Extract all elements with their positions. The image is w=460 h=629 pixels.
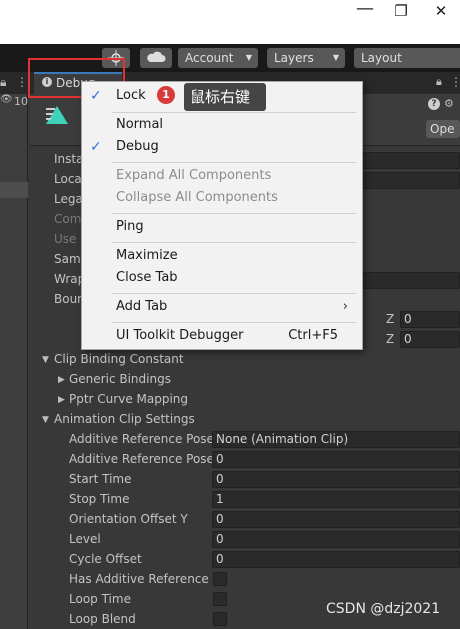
menu-item-label: Collapse All Components <box>116 190 278 205</box>
level-field[interactable]: 0 <box>212 531 460 548</box>
layout-label: Layout <box>361 51 402 65</box>
menu-item-label: Ping <box>116 219 144 234</box>
setting-label: Level <box>69 532 101 546</box>
setting-label: Start Time <box>69 472 132 486</box>
preset-icon[interactable]: ⚙ <box>444 97 454 110</box>
more-options-icon[interactable]: ⋮ <box>16 75 28 89</box>
annotation-label: 鼠标右键 <box>184 83 266 111</box>
menu-item-label: UI Toolkit Debugger <box>116 328 244 343</box>
foldout-collapsed-icon[interactable]: ▶ <box>58 395 65 405</box>
loop-time-checkbox[interactable] <box>213 592 227 606</box>
menu-item-ping[interactable]: Ping <box>82 216 362 238</box>
loop-blend-checkbox[interactable] <box>213 612 227 626</box>
step-badge: 1 <box>157 86 175 104</box>
menu-item-label: Normal <box>116 117 164 132</box>
dropdown-arrow-icon: ▼ <box>245 53 252 62</box>
menu-item-maximize[interactable]: Maximize <box>82 245 362 267</box>
bounds-z-field[interactable]: 0 <box>400 331 460 348</box>
setting-label: Cycle Offset <box>69 552 142 566</box>
account-dropdown[interactable]: Account ▼ <box>178 48 258 68</box>
menu-separator <box>112 322 356 323</box>
field-label: Loca <box>54 172 82 186</box>
cloud-button[interactable] <box>140 48 172 68</box>
field-label: Com <box>54 212 82 226</box>
restore-icon[interactable]: ❐ <box>386 0 416 24</box>
setting-label: Stop Time <box>69 492 130 506</box>
foldout-expanded-icon[interactable]: ▼ <box>42 415 49 425</box>
menu-item-collapse-all: Collapse All Components <box>82 187 362 209</box>
menu-item-label: Maximize <box>116 248 178 263</box>
menu-item-label: Expand All Components <box>116 168 272 183</box>
selected-row[interactable] <box>0 182 28 198</box>
setting-label: Has Additive Reference P <box>69 572 210 586</box>
stop-time-field[interactable]: 1 <box>212 491 460 508</box>
value-field[interactable] <box>362 272 460 289</box>
check-icon: ✓ <box>90 139 102 155</box>
value-field[interactable] <box>362 172 460 189</box>
section-generic-bindings[interactable]: Generic Bindings <box>69 372 171 386</box>
start-time-field[interactable]: 0 <box>212 471 460 488</box>
animation-clip-icon <box>46 106 68 124</box>
foldout-expanded-icon[interactable]: ▼ <box>42 355 49 365</box>
section-clip-binding-constant[interactable]: Clip Binding Constant <box>54 352 184 366</box>
cycle-offset-field[interactable]: 0 <box>212 551 460 568</box>
cloud-icon <box>147 51 166 62</box>
watermark: CSDN @dzj2021 <box>326 601 441 617</box>
submenu-arrow-icon: › <box>342 299 348 314</box>
menu-separator <box>112 213 356 214</box>
menu-separator <box>112 112 356 113</box>
menu-separator <box>112 293 356 294</box>
menu-shortcut: Ctrl+F5 <box>288 328 338 343</box>
setting-label: Additive Reference Pose <box>69 432 214 446</box>
additive-reference-time-field[interactable]: 0 <box>212 451 460 468</box>
account-label: Account <box>185 51 234 65</box>
field-label: Use I <box>54 232 84 246</box>
section-animation-clip-settings[interactable]: Animation Clip Settings <box>54 412 195 426</box>
value-field[interactable] <box>362 152 460 169</box>
menu-separator <box>112 162 356 163</box>
lock-icon[interactable]: 🔒︎ <box>0 75 6 90</box>
window-title-bar: — ❐ ✕ <box>0 0 460 44</box>
visibility-icon[interactable]: 👁︎ <box>0 94 13 105</box>
orientation-offset-field[interactable]: 0 <box>212 511 460 528</box>
menu-separator <box>112 242 356 243</box>
menu-item-add-tab[interactable]: Add Tab › <box>82 296 362 318</box>
field-label: Lega <box>54 192 83 206</box>
menu-item-label: Add Tab <box>116 299 168 314</box>
menu-item-label: Lock <box>116 88 146 103</box>
field-label: Insta <box>54 152 84 166</box>
setting-label: Loop Time <box>69 592 131 606</box>
dropdown-arrow-icon: ▼ <box>332 53 339 62</box>
layout-dropdown[interactable]: Layout <box>354 48 460 68</box>
foldout-collapsed-icon[interactable]: ▶ <box>58 375 65 385</box>
open-button[interactable]: Ope <box>426 120 460 138</box>
menu-item-close-tab[interactable]: Close Tab <box>82 267 362 289</box>
menu-item-normal[interactable]: Normal <box>82 114 362 136</box>
lock-icon[interactable]: 🔒︎ <box>436 75 442 89</box>
layers-dropdown[interactable]: Layers ▼ <box>267 48 345 68</box>
minimize-icon[interactable]: — <box>350 0 380 24</box>
menu-item-ui-toolkit-debugger[interactable]: UI Toolkit Debugger Ctrl+F5 <box>82 325 362 347</box>
section-pptr-curve-mapping[interactable]: Pptr Curve Mapping <box>69 392 188 406</box>
menu-item-label: Debug <box>116 139 159 154</box>
z-label: Z <box>386 312 395 326</box>
setting-label: Orientation Offset Y <box>69 512 188 526</box>
context-menu: ✓ Lock Normal ✓ Debug Expand All Component… <box>81 81 363 350</box>
menu-item-debug[interactable]: ✓ Debug <box>82 136 362 158</box>
help-icon[interactable]: ? <box>428 98 440 110</box>
check-icon: ✓ <box>90 88 102 104</box>
hierarchy-panel: 👁︎ 10 <box>0 94 28 629</box>
hidden-count: 10 <box>14 95 28 108</box>
layers-label: Layers <box>274 51 314 65</box>
menu-item-expand-all: Expand All Components <box>82 165 362 187</box>
menu-item-label: Close Tab <box>116 270 178 285</box>
z-label: Z <box>386 332 395 346</box>
setting-label: Loop Blend <box>69 612 136 626</box>
additive-reference-clip-field[interactable]: None (Animation Clip) <box>212 431 460 448</box>
more-options-icon[interactable]: ⋮ <box>450 75 460 89</box>
setting-label: Additive Reference Pose <box>69 452 214 466</box>
has-additive-reference-checkbox[interactable] <box>213 572 227 586</box>
bounds-z-field[interactable]: 0 <box>400 311 460 328</box>
close-icon[interactable]: ✕ <box>426 0 456 24</box>
